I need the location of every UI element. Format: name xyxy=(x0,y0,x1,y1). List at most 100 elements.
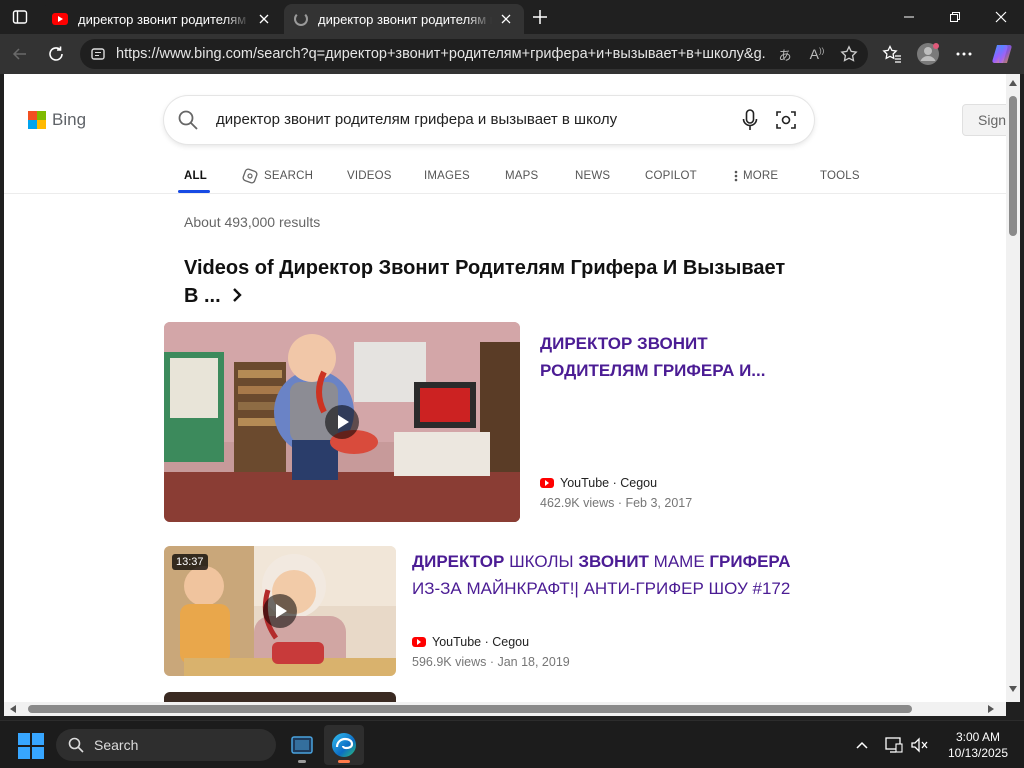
title-part: ГРИФЕРА xyxy=(709,552,791,571)
visual-search-button[interactable] xyxy=(774,108,798,132)
results-count: About 493,000 results xyxy=(184,214,321,230)
translate-button[interactable]: あ xyxy=(774,43,796,65)
nav-maps[interactable]: MAPS xyxy=(505,164,538,188)
nav-search[interactable]: SEARCH xyxy=(242,164,313,188)
tab-bing[interactable]: директор звонит родителям грифера и вызы… xyxy=(284,4,524,34)
voice-search-button[interactable] xyxy=(738,108,762,132)
nav-videos[interactable]: VIDEOS xyxy=(347,164,392,188)
translate-icon: あ xyxy=(778,48,792,64)
scroll-left-icon[interactable] xyxy=(10,705,16,713)
nav-label: COPILOT xyxy=(645,170,697,182)
nav-images[interactable]: IMAGES xyxy=(424,164,470,188)
address-bar[interactable]: https://www.bing.com/search?q=директор+з… xyxy=(80,39,868,69)
play-icon[interactable] xyxy=(263,594,297,628)
restore-button[interactable] xyxy=(932,0,978,34)
display-tray-button[interactable] xyxy=(882,733,906,757)
close-icon xyxy=(501,14,511,24)
close-tab-button[interactable] xyxy=(498,11,514,27)
youtube-icon xyxy=(540,478,554,488)
vertical-scrollbar[interactable] xyxy=(1006,74,1020,702)
search-input[interactable]: директор звонит родителям грифера и вызы… xyxy=(216,111,617,128)
video-title-link[interactable]: ДИРЕКТОР ШКОЛЫ ЗВОНИТ МАМЕ ГРИФЕРА ИЗ-ЗА… xyxy=(412,548,812,602)
scrollbar-thumb[interactable] xyxy=(28,705,912,713)
title-part: ДИРЕКТОР xyxy=(412,552,505,571)
nav-news[interactable]: NEWS xyxy=(575,164,610,188)
video-thumbnail[interactable]: 13:37 xyxy=(164,546,396,676)
tab-actions-button[interactable] xyxy=(8,6,32,28)
taskbar-app-edge[interactable] xyxy=(324,725,364,765)
loading-icon xyxy=(294,12,308,26)
scroll-right-icon[interactable] xyxy=(988,705,994,713)
search-box: директор звонит родителям грифера и вызы… xyxy=(164,96,814,144)
nav-more[interactable]: MORE xyxy=(734,164,778,188)
back-arrow-icon xyxy=(12,48,26,60)
microphone-icon xyxy=(742,109,758,130)
tab-strip: директор звонит родителям грифера и вызы… xyxy=(0,0,1024,34)
minimize-icon xyxy=(904,16,914,18)
section-title-text: Videos of Директор Звонит Родителям Гриф… xyxy=(184,257,786,307)
scrollbar-thumb[interactable] xyxy=(1009,96,1017,236)
settings-menu-button[interactable] xyxy=(950,40,978,68)
nav-all[interactable]: ALL xyxy=(184,164,207,188)
nav-label: MAPS xyxy=(505,170,539,182)
tab-youtube[interactable]: директор звонит родителям грифера и вызы… xyxy=(42,4,282,34)
play-icon[interactable] xyxy=(325,405,359,439)
search-icon[interactable] xyxy=(176,108,200,132)
video-thumbnail[interactable] xyxy=(164,322,520,522)
close-tab-button[interactable] xyxy=(256,11,272,27)
nav-label: SEARCH xyxy=(264,170,314,182)
favorites-icon xyxy=(882,45,901,63)
running-indicator xyxy=(298,760,306,763)
video-source: YouTube · Cegou xyxy=(412,635,529,649)
video-thumbnail[interactable] xyxy=(164,692,396,702)
videos-section-title[interactable]: Videos of Директор Звонит Родителям Гриф… xyxy=(184,254,804,310)
nav-label: VIDEOS xyxy=(347,170,392,182)
copilot-search-icon xyxy=(242,168,258,184)
clock-time: 3:00 AM xyxy=(955,730,1001,744)
title-part: ЗВОНИТ xyxy=(578,552,649,571)
video-source: YouTube · Cegou xyxy=(540,476,657,490)
nav-copilot[interactable]: COPILOT xyxy=(645,164,697,188)
volume-tray-button[interactable] xyxy=(908,733,932,757)
bing-logo-text: Bing xyxy=(52,110,87,129)
start-button[interactable] xyxy=(18,733,44,759)
url-text: https://www.bing.com/search?q=директор+з… xyxy=(116,46,766,62)
profile-button[interactable] xyxy=(914,40,942,68)
camera-scan-icon xyxy=(776,111,796,129)
new-tab-button[interactable] xyxy=(528,6,552,28)
copilot-button[interactable] xyxy=(988,40,1016,68)
taskbar-search-label: Search xyxy=(94,737,139,753)
close-window-button[interactable] xyxy=(978,0,1024,34)
taskbar: Search 3:00 AM 10/13/2025 xyxy=(0,720,1024,768)
taskbar-app-media[interactable] xyxy=(282,725,322,765)
nav-label: NEWS xyxy=(575,170,611,182)
film-icon xyxy=(291,736,313,754)
minimize-button[interactable] xyxy=(886,0,932,34)
page-content: Bing директор звонит родителям грифера и… xyxy=(4,74,1006,702)
scroll-up-icon[interactable] xyxy=(1009,80,1017,86)
horizontal-scrollbar[interactable] xyxy=(4,702,1006,716)
nav-label: TOOLS xyxy=(820,170,860,182)
refresh-button[interactable] xyxy=(42,40,70,68)
back-button[interactable] xyxy=(6,40,34,68)
youtube-icon xyxy=(52,13,68,25)
site-info-icon[interactable] xyxy=(90,46,106,62)
title-part: МАМЕ xyxy=(648,552,710,571)
favorite-button[interactable] xyxy=(838,43,860,65)
read-aloud-button[interactable]: A)) xyxy=(806,43,828,65)
show-hidden-icons-button[interactable] xyxy=(850,733,874,757)
nav-tools[interactable]: TOOLS xyxy=(820,164,860,188)
youtube-icon xyxy=(412,637,426,647)
active-indicator xyxy=(338,760,350,763)
bing-logo[interactable]: Bing xyxy=(28,110,86,130)
clock-date: 10/13/2025 xyxy=(947,746,1009,760)
source-text: YouTube · Cegou xyxy=(560,476,658,490)
taskbar-search[interactable]: Search xyxy=(56,729,276,761)
video-title-link[interactable]: ДИРЕКТОР ЗВОНИТ РОДИТЕЛЯМ ГРИФЕРА И... xyxy=(540,330,800,384)
sign-in-button[interactable]: Sign in xyxy=(962,104,1006,136)
title-part: ИЗ-ЗА МАЙНКРАФТ!| АНТИ-ГРИФЕР ШОУ #172 xyxy=(412,579,791,598)
system-clock[interactable]: 3:00 AM 10/13/2025 xyxy=(938,729,1018,761)
video-duration-badge: 13:37 xyxy=(172,554,208,570)
favorites-button[interactable] xyxy=(878,40,906,68)
scroll-down-icon[interactable] xyxy=(1009,686,1017,692)
